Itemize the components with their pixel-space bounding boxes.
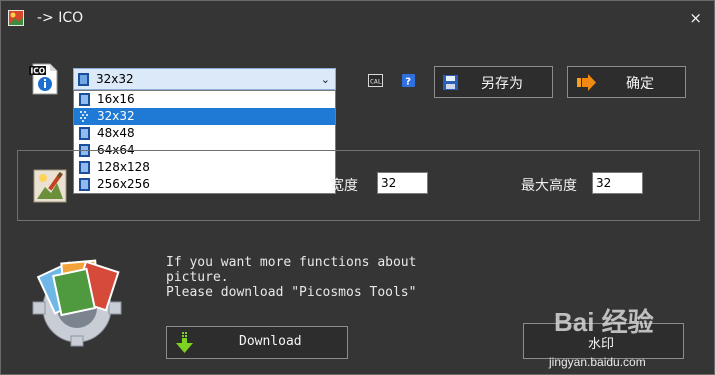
format-dropdown[interactable]: 32x32 ⌄: [73, 68, 336, 90]
svg-text:?: ?: [405, 77, 411, 88]
save-as-label: 另存为: [481, 76, 523, 92]
ok-label: 确定: [626, 76, 654, 92]
format-option[interactable]: 16x16: [74, 91, 335, 108]
save-as-button[interactable]: 另存为: [434, 66, 553, 98]
window-title: -> ICO: [37, 10, 84, 26]
floppy-disk-icon: [443, 75, 458, 90]
max-height-input[interactable]: 32: [592, 172, 643, 194]
picosmos-gear-icon: [32, 259, 122, 347]
max-height-label: 最大高度: [521, 178, 577, 194]
baidu-jingyan-watermark: Bai 经验: [554, 307, 654, 337]
app-window: -> ICO × ICO 32x32 ⌄ 16x16 32x32 48x48 6…: [0, 0, 715, 375]
dotted-film-icon: [80, 111, 88, 122]
width-input[interactable]: 32: [377, 172, 428, 194]
format-option[interactable]: 48x48: [74, 125, 335, 142]
title-bar: -> ICO ×: [1, 1, 714, 37]
arrow-right-icon: [577, 74, 596, 91]
film-icon: [79, 127, 90, 140]
film-icon: [79, 93, 90, 106]
download-button[interactable]: Download: [166, 326, 348, 359]
help-icon[interactable]: ?: [402, 74, 415, 87]
svg-text:CAL: CAL: [370, 78, 382, 86]
ok-button[interactable]: 确定: [567, 66, 686, 98]
format-selected-value: 32x32: [96, 72, 134, 86]
download-arrow-icon: [176, 332, 193, 353]
film-icon: [78, 73, 89, 86]
svg-text:ICO: ICO: [31, 67, 46, 76]
paint-picture-icon: [33, 169, 67, 203]
ico-file-icon: ICO: [29, 63, 58, 95]
width-label: 宽度: [330, 178, 358, 194]
close-icon[interactable]: ×: [689, 9, 702, 27]
download-label: Download: [239, 334, 302, 349]
format-option-selected[interactable]: 32x32: [74, 108, 335, 125]
app-logo-icon: [8, 10, 24, 26]
calculator-icon[interactable]: CAL: [368, 74, 383, 87]
chevron-down-icon[interactable]: ⌄: [321, 73, 330, 86]
watermark-url: jingyan.baidu.com: [549, 355, 646, 369]
promo-message: If you want more functions about picture…: [166, 255, 417, 300]
